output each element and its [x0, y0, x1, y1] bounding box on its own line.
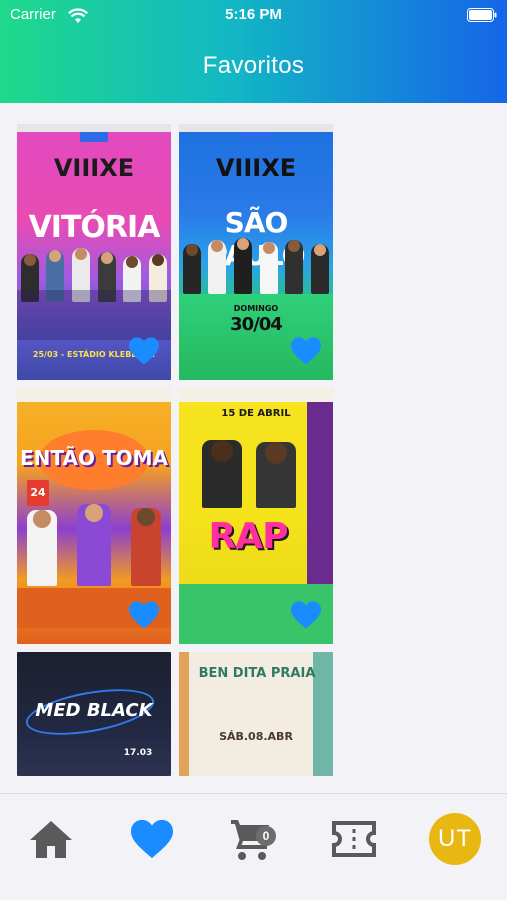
poster-date: SÁB.08.ABR: [219, 730, 293, 743]
poster-logo: MED BLACK: [35, 700, 153, 721]
favorite-card[interactable]: MED BLACK 17.03: [17, 652, 171, 776]
heart-icon[interactable]: [127, 336, 161, 366]
app-header: Carrier 5:16 PM Favoritos: [0, 0, 507, 103]
heart-icon[interactable]: [289, 600, 323, 630]
page-title: Favoritos: [202, 52, 305, 79]
event-poster-image: BEN DITA PRAIA SÁB.08.ABR: [179, 652, 333, 776]
ticket-icon: [332, 821, 376, 857]
cart-badge: 0: [256, 826, 276, 846]
poster-logo: ENTÃO TOMA: [20, 446, 168, 470]
favorite-card[interactable]: 15 DE ABRIL RAP: [179, 388, 333, 644]
poster-subtitle: DOMINGO: [233, 304, 279, 313]
tab-favorites[interactable]: [125, 812, 179, 866]
favorites-grid: VIIIXE VITÓRIA 25/03 - ESTÁDIO KLEBER A.…: [0, 103, 507, 793]
favorite-card[interactable]: VIIIXE VITÓRIA 25/03 - ESTÁDIO KLEBER A.: [17, 124, 171, 380]
poster-headline: RAP: [208, 516, 289, 557]
poster-logo: BEN DITA PRAIA: [198, 666, 316, 681]
avatar: UT: [429, 813, 481, 865]
home-icon: [30, 821, 72, 858]
poster-date: 30/04: [230, 314, 283, 335]
poster-date: 17.03: [123, 748, 153, 758]
status-bar: Carrier 5:16 PM: [0, 6, 507, 26]
favorite-card[interactable]: ENTÃO TOMA 24: [17, 388, 171, 644]
tab-tickets[interactable]: [327, 812, 381, 866]
heart-icon: [131, 819, 173, 859]
tab-profile[interactable]: UT: [428, 812, 482, 866]
heart-icon[interactable]: [127, 600, 161, 630]
favorite-card[interactable]: VIIIXE SÃO PAULO DOMINGO 30/04: [179, 124, 333, 380]
tab-cart[interactable]: 0: [226, 812, 280, 866]
poster-logo: VIIIXE: [215, 154, 297, 182]
tab-bar: 0 UT: [0, 793, 507, 900]
poster-logo: VIIIXE: [53, 154, 135, 182]
status-time: 5:16 PM: [225, 6, 282, 23]
poster-headline: VITÓRIA: [28, 210, 161, 245]
event-poster-image: MED BLACK 17.03: [17, 652, 171, 776]
heart-icon[interactable]: [289, 336, 323, 366]
poster-logo: 15 DE ABRIL: [221, 408, 291, 419]
favorite-card[interactable]: BEN DITA PRAIA SÁB.08.ABR: [179, 652, 333, 776]
battery-icon: [467, 8, 497, 22]
tab-home[interactable]: [24, 812, 78, 866]
poster-date: 24: [30, 486, 46, 499]
